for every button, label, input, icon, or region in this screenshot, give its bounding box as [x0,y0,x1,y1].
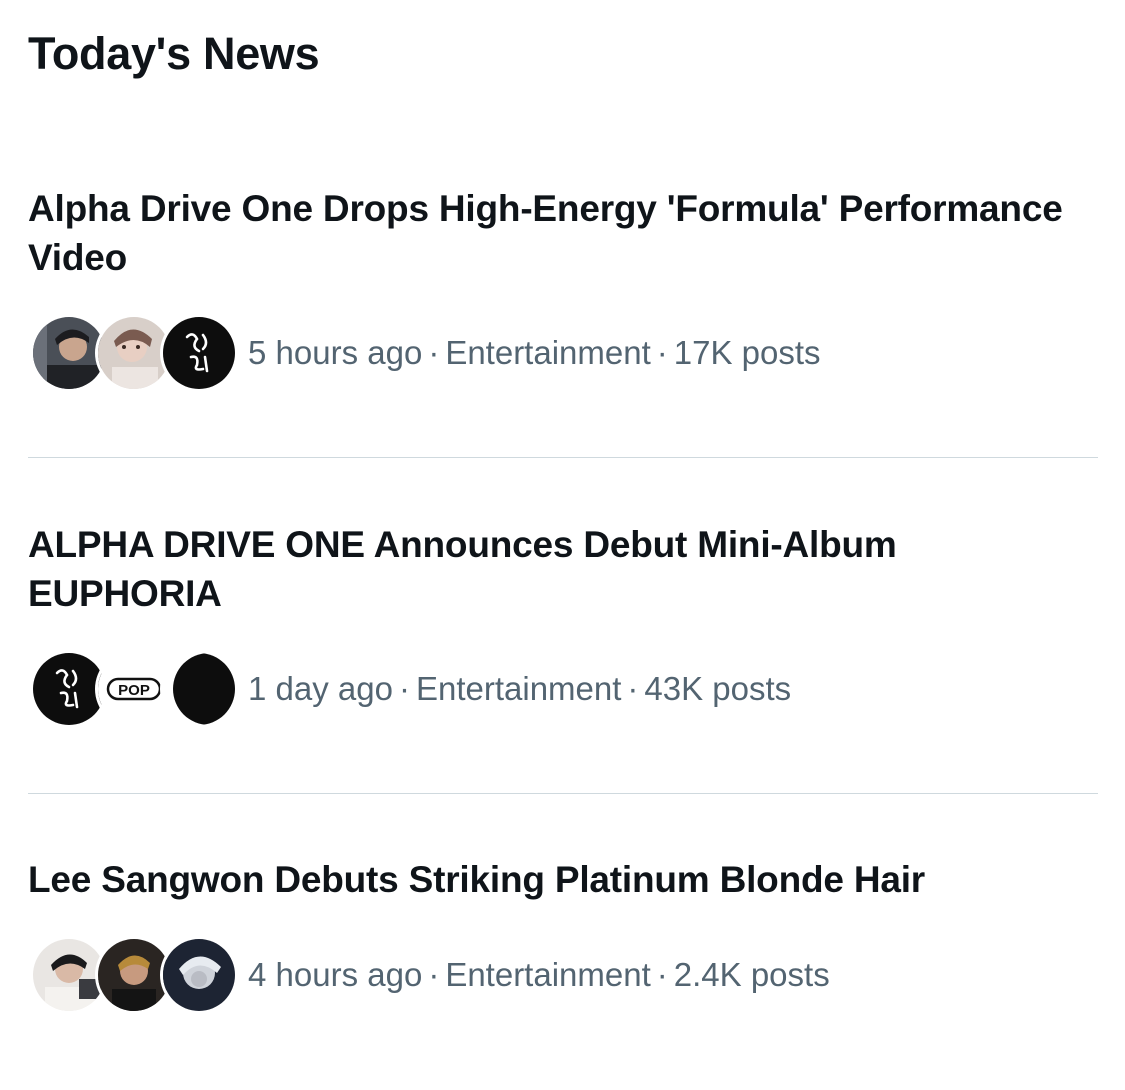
news-headline[interactable]: ALPHA DRIVE ONE Announces Debut Mini-Alb… [28,520,1098,618]
avatar-stack [30,936,238,1014]
news-headline[interactable]: Alpha Drive One Drops High-Energy 'Formu… [28,184,1098,282]
logo-avatar [160,314,238,392]
dark-avatar [160,650,238,728]
meta-separator: · [398,670,410,707]
news-headline[interactable]: Lee Sangwon Debuts Striking Platinum Blo… [28,855,1098,904]
news-item[interactable]: Alpha Drive One Drops High-Energy 'Formu… [0,184,1125,414]
meta-separator: · [428,956,440,993]
news-time: 1 day ago [248,670,393,707]
news-meta: 4 hours ago · Entertainment · 2.4K posts [30,933,830,1017]
news-post-count: 2.4K posts [673,956,830,993]
news-meta-text: 4 hours ago · Entertainment · 2.4K posts [248,955,830,995]
news-time: 4 hours ago [248,956,423,993]
pop-logo-text: POP [118,682,150,699]
meta-separator: · [656,956,668,993]
meta-separator: · [627,670,639,707]
section-title: Today's News [28,28,320,79]
news-post-count: 43K posts [644,670,792,707]
meta-separator: · [656,334,668,371]
news-meta: POP 1 day ago · Entertainment · 43K posts [30,647,791,731]
meta-separator: · [428,334,440,371]
news-meta-text: 1 day ago · Entertainment · 43K posts [248,669,791,709]
news-category: Entertainment [445,334,651,371]
news-item[interactable]: Lee Sangwon Debuts Striking Platinum Blo… [0,855,1125,1055]
news-post-count: 17K posts [673,334,821,371]
news-meta-text: 5 hours ago · Entertainment · 17K posts [248,333,821,373]
news-item[interactable]: ALPHA DRIVE ONE Announces Debut Mini-Alb… [0,520,1125,750]
news-category: Entertainment [415,670,622,707]
news-category: Entertainment [445,956,651,993]
person-photo-avatar [160,936,238,1014]
news-meta: 5 hours ago · Entertainment · 17K posts [30,311,821,395]
avatar-stack: POP [30,650,238,728]
divider [28,457,1098,458]
news-time: 5 hours ago [248,334,423,371]
divider [28,793,1098,794]
avatar-stack [30,314,238,392]
